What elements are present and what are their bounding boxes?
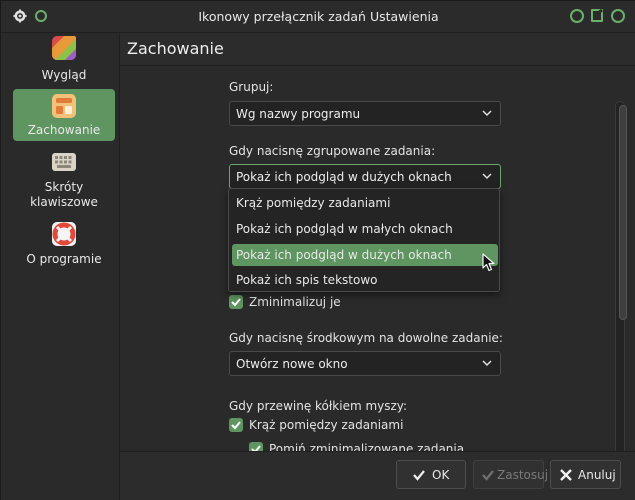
maximize-icon[interactable] [590, 9, 604, 23]
apply-button[interactable]: Zastosuj [473, 460, 548, 489]
grouped-click-label: Gdy nacisnę zgrupowane zadania: [229, 144, 436, 158]
combobox-value: Wg nazwy programu [236, 107, 361, 121]
wheel-skip-label: Pomiń zminimalizowane zadania [269, 442, 465, 451]
group-label: Grupuj: [229, 80, 274, 94]
sidebar-item-about[interactable]: O programie [13, 219, 115, 266]
dropdown-option[interactable]: Pokaż ich podgląd w małych oknach [232, 218, 498, 240]
wheel-cycle-checkbox[interactable] [229, 418, 243, 432]
minimize-icon[interactable] [570, 9, 584, 23]
sidebar-item-behavior[interactable]: Zachowanie [13, 89, 115, 141]
chevron-down-icon [482, 110, 492, 117]
dropdown-popup: Krąż pomiędzy zadaniami Pokaż ich podglą… [228, 188, 500, 292]
close-icon[interactable] [611, 9, 625, 23]
chevron-down-icon [482, 360, 492, 367]
middle-click-label: Gdy nacisnę środkowym na dowolne zadanie… [229, 331, 503, 345]
checkmark-icon [231, 298, 241, 307]
wheel-label: Gdy przewinę kółkiem myszy: [229, 399, 408, 413]
dropdown-option[interactable]: Krąż pomiędzy zadaniami [232, 192, 498, 214]
sidebar-item-label: Wygląd [41, 68, 87, 82]
chevron-down-icon [482, 173, 492, 180]
sidebar-item-appearance[interactable]: Wygląd [13, 33, 115, 87]
ok-button[interactable]: OK [396, 460, 466, 489]
appearance-icon [52, 36, 76, 60]
group-combobox[interactable]: Wg nazwy programu [229, 101, 501, 126]
minimize-label: Zminimalizuj je [249, 295, 341, 309]
middle-click-combobox[interactable]: Otwórz nowe okno [229, 351, 501, 376]
dropdown-option-selected[interactable]: Pokaż ich podgląd w dużych oknach [232, 244, 498, 266]
window-title: Ikonowy przełącznik zadań Ustawienia [198, 9, 439, 24]
wheel-skip-checkbox[interactable] [249, 442, 263, 451]
sidebar-item-label: O programie [26, 252, 102, 266]
sidebar-item-label: Zachowanie [27, 123, 101, 137]
button-bar: OK Zastosuj Anuluj [120, 451, 635, 500]
checkmark-icon [413, 470, 425, 481]
sidebar-item-shortcuts[interactable]: Skróty klawiszowe [13, 147, 115, 211]
minimize-checkbox[interactable] [229, 295, 243, 309]
keyboard-icon [52, 153, 76, 171]
sidebar: Wygląd Zachowanie Skróty klawiszowe O pr… [1, 33, 119, 500]
help-lifebuoy-icon [52, 222, 76, 246]
checkmark-icon [482, 470, 494, 481]
cancel-button[interactable]: Anuluj [550, 460, 621, 489]
mouse-cursor-icon [482, 253, 495, 272]
checkmark-icon [231, 421, 241, 430]
behavior-icon [52, 94, 76, 118]
scrollbar[interactable] [613, 99, 629, 451]
sidebar-item-label: Skróty klawiszowe [30, 180, 98, 209]
page-title: Zachowanie [127, 39, 224, 58]
scroll-track[interactable] [615, 101, 627, 451]
combobox-value: Pokaż ich podgląd w dużych oknach [236, 170, 452, 184]
checkmark-icon [251, 445, 261, 451]
combobox-value: Otwórz nowe okno [236, 357, 348, 371]
wheel-cycle-label: Krąż pomiędzy zadaniami [249, 418, 404, 432]
title-bar[interactable]: Ikonowy przełącznik zadań Ustawienia [1, 1, 635, 33]
grouped-click-combobox[interactable]: Pokaż ich podgląd w dużych oknach [229, 164, 501, 189]
close-icon [560, 469, 572, 481]
scroll-thumb[interactable] [619, 105, 627, 320]
dropdown-option[interactable]: Pokaż ich spis tekstowo [232, 269, 498, 291]
settings-window: Ikonowy przełącznik zadań Ustawienia Wyg… [0, 0, 635, 500]
